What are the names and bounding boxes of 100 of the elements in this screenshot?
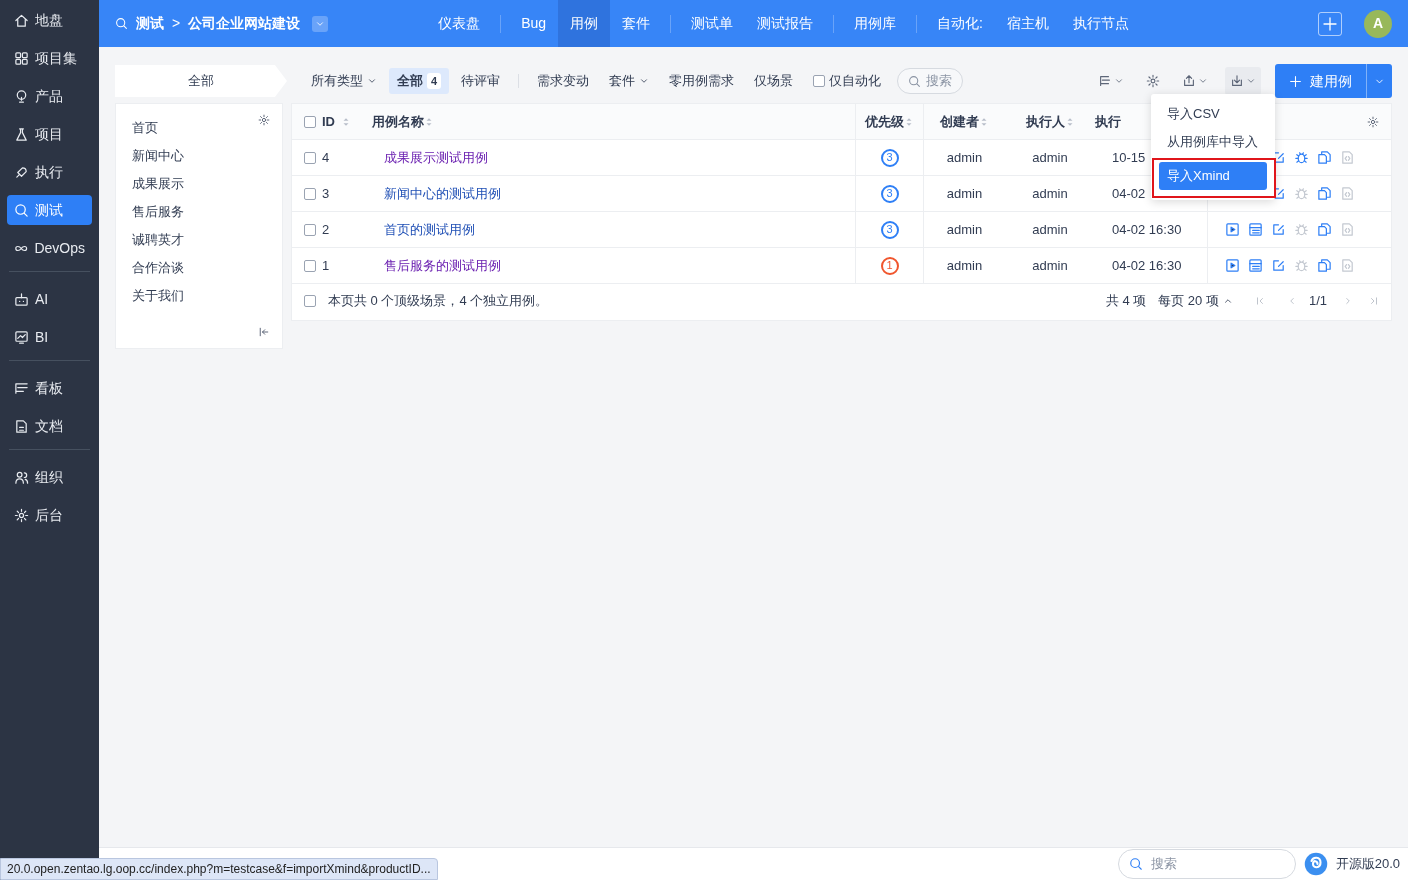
menu-item[interactable]: 从用例库中导入 — [1159, 128, 1267, 156]
page-number: 1/1 — [1308, 292, 1327, 311]
filter-tab[interactable]: 仅场景 — [746, 68, 802, 94]
create-case-button[interactable]: 建用例 — [1275, 64, 1392, 98]
filter-tab[interactable]: 需求变动 — [529, 68, 598, 94]
row-checkbox[interactable] — [304, 223, 316, 236]
nav-tab[interactable]: Bug — [509, 0, 559, 47]
page-size-dropdown[interactable]: 每页 20 项 — [1158, 291, 1233, 311]
copy-icon[interactable] — [1317, 222, 1332, 237]
sidebar-item[interactable]: 产品 — [7, 81, 92, 111]
sidebar-item[interactable]: 看板 — [7, 373, 92, 403]
sidebar-item[interactable]: 组织 — [7, 462, 92, 492]
module-item[interactable]: 成果展示 — [132, 170, 266, 198]
case-link[interactable]: 售后服务的测试用例 — [384, 255, 501, 276]
checkbox-label[interactable]: 仅自动化 — [805, 68, 890, 94]
column-header[interactable]: 创建者 — [940, 111, 979, 132]
row-checkbox[interactable] — [304, 259, 316, 272]
table-cell-text: 4 — [322, 148, 330, 167]
case-link[interactable]: 成果展示测试用例 — [384, 147, 488, 168]
column-header[interactable]: 优先级 — [865, 111, 904, 132]
column-header[interactable]: 执行人 — [1025, 111, 1065, 132]
nav-tab[interactable]: 执行节点 — [1061, 0, 1141, 47]
case-link[interactable]: 新闻中心的测试用例 — [384, 183, 501, 204]
add-button[interactable] — [1318, 11, 1342, 36]
nav-tab[interactable]: 用例 — [558, 0, 611, 47]
copy-icon[interactable] — [1317, 186, 1332, 201]
gear-icon — [1367, 115, 1379, 128]
project-selector[interactable]: 公司企业网站建设 — [188, 13, 301, 34]
row-checkbox[interactable] — [304, 151, 316, 164]
filter-tab[interactable]: 待评审 — [453, 68, 509, 94]
table-icon[interactable] — [1248, 222, 1263, 237]
row-checkbox[interactable] — [304, 187, 316, 200]
nav-tab[interactable]: 测试单 — [679, 0, 746, 47]
filter-dropdown[interactable]: 套件 — [601, 68, 658, 94]
plus-icon — [1289, 74, 1302, 88]
edit-icon[interactable] — [1271, 222, 1286, 237]
next-page-icon[interactable] — [1343, 296, 1353, 306]
checkbox[interactable] — [304, 295, 316, 307]
sidebar-item[interactable]: 文档 — [7, 411, 92, 441]
filter-tab[interactable]: 全部 4 — [389, 68, 450, 94]
search-icon — [14, 202, 29, 218]
sidebar-item[interactable]: AI — [7, 284, 92, 314]
sidebar-item[interactable]: 项目集 — [7, 43, 92, 73]
grid-icon — [14, 50, 29, 66]
sidebar-item[interactable]: 执行 — [7, 157, 92, 187]
module-item[interactable]: 诚聘英才 — [132, 226, 266, 254]
checkbox[interactable] — [304, 115, 316, 128]
sidebar-item[interactable]: BI — [7, 322, 92, 352]
sidebar-item[interactable]: 后台 — [7, 500, 92, 530]
case-link[interactable]: 首页的测试用例 — [384, 219, 475, 240]
module-item[interactable]: 首页 — [132, 114, 266, 142]
priority-badge: 3 — [880, 148, 899, 167]
play-icon[interactable] — [1225, 222, 1240, 237]
count-badge: 4 — [427, 72, 442, 90]
nav-tab[interactable]: 仪表盘 — [426, 0, 493, 47]
table-cell-text: admin — [1032, 220, 1068, 239]
import-icon — [1230, 74, 1244, 88]
dropdown-button[interactable] — [312, 15, 329, 32]
copy-icon[interactable] — [1317, 150, 1332, 165]
sidebar-item[interactable]: 项目 — [7, 119, 92, 149]
priority-badge: 3 — [880, 220, 899, 239]
nav-tab[interactable]: 测试报告 — [745, 0, 826, 47]
module-item[interactable]: 合作洽谈 — [132, 254, 266, 282]
chart-icon — [14, 329, 29, 345]
checkbox[interactable] — [813, 75, 826, 87]
module-tab[interactable]: 全部 — [115, 65, 287, 97]
table-icon[interactable] — [1248, 258, 1263, 273]
toolbar-button[interactable] — [1225, 67, 1261, 95]
first-page-icon[interactable] — [1254, 296, 1265, 306]
column-header[interactable]: ID — [322, 111, 335, 132]
copy-icon[interactable] — [1317, 258, 1332, 273]
module-item[interactable]: 售后服务 — [132, 198, 266, 226]
play-icon[interactable] — [1225, 258, 1240, 273]
filter-tab[interactable]: 零用例需求 — [661, 68, 743, 94]
last-page-icon[interactable] — [1369, 296, 1379, 306]
nav-tab[interactable]: 自动化: — [925, 0, 995, 47]
nav-tab[interactable]: 用例库 — [842, 0, 909, 47]
document-icon — [14, 418, 29, 434]
nav-tab[interactable]: 套件 — [610, 0, 663, 47]
summary-text: 本页共 0 个顶级场景，4 个独立用例。 — [328, 292, 549, 311]
sidebar-item[interactable]: 地盘 — [7, 5, 92, 35]
sidebar-item[interactable]: DevOps — [7, 233, 92, 263]
export-icon — [1182, 74, 1196, 88]
column-header[interactable]: 执行 — [1095, 111, 1121, 132]
module-item[interactable]: 关于我们 — [132, 282, 266, 310]
column-header[interactable]: 用例名称 — [372, 111, 424, 132]
nav-tab[interactable]: 宿主机 — [995, 0, 1061, 47]
gear-icon — [1146, 74, 1160, 88]
bug-icon[interactable] — [1294, 150, 1309, 165]
menu-item[interactable]: 导入CSV — [1159, 100, 1267, 128]
board-icon — [14, 380, 29, 396]
table-cell-text: 2 — [322, 220, 330, 239]
breadcrumb-link[interactable]: 测试 — [136, 13, 164, 34]
module-item[interactable]: 新闻中心 — [132, 142, 266, 170]
sidebar-item[interactable]: 测试 — [7, 195, 92, 225]
menu-item[interactable]: 导入Xmind — [1159, 162, 1267, 190]
edit-icon[interactable] — [1271, 258, 1286, 273]
filter-dropdown[interactable]: 所有类型 — [303, 68, 385, 94]
chevron-down-icon — [639, 76, 650, 86]
table-cell-text: admin — [1032, 256, 1068, 275]
